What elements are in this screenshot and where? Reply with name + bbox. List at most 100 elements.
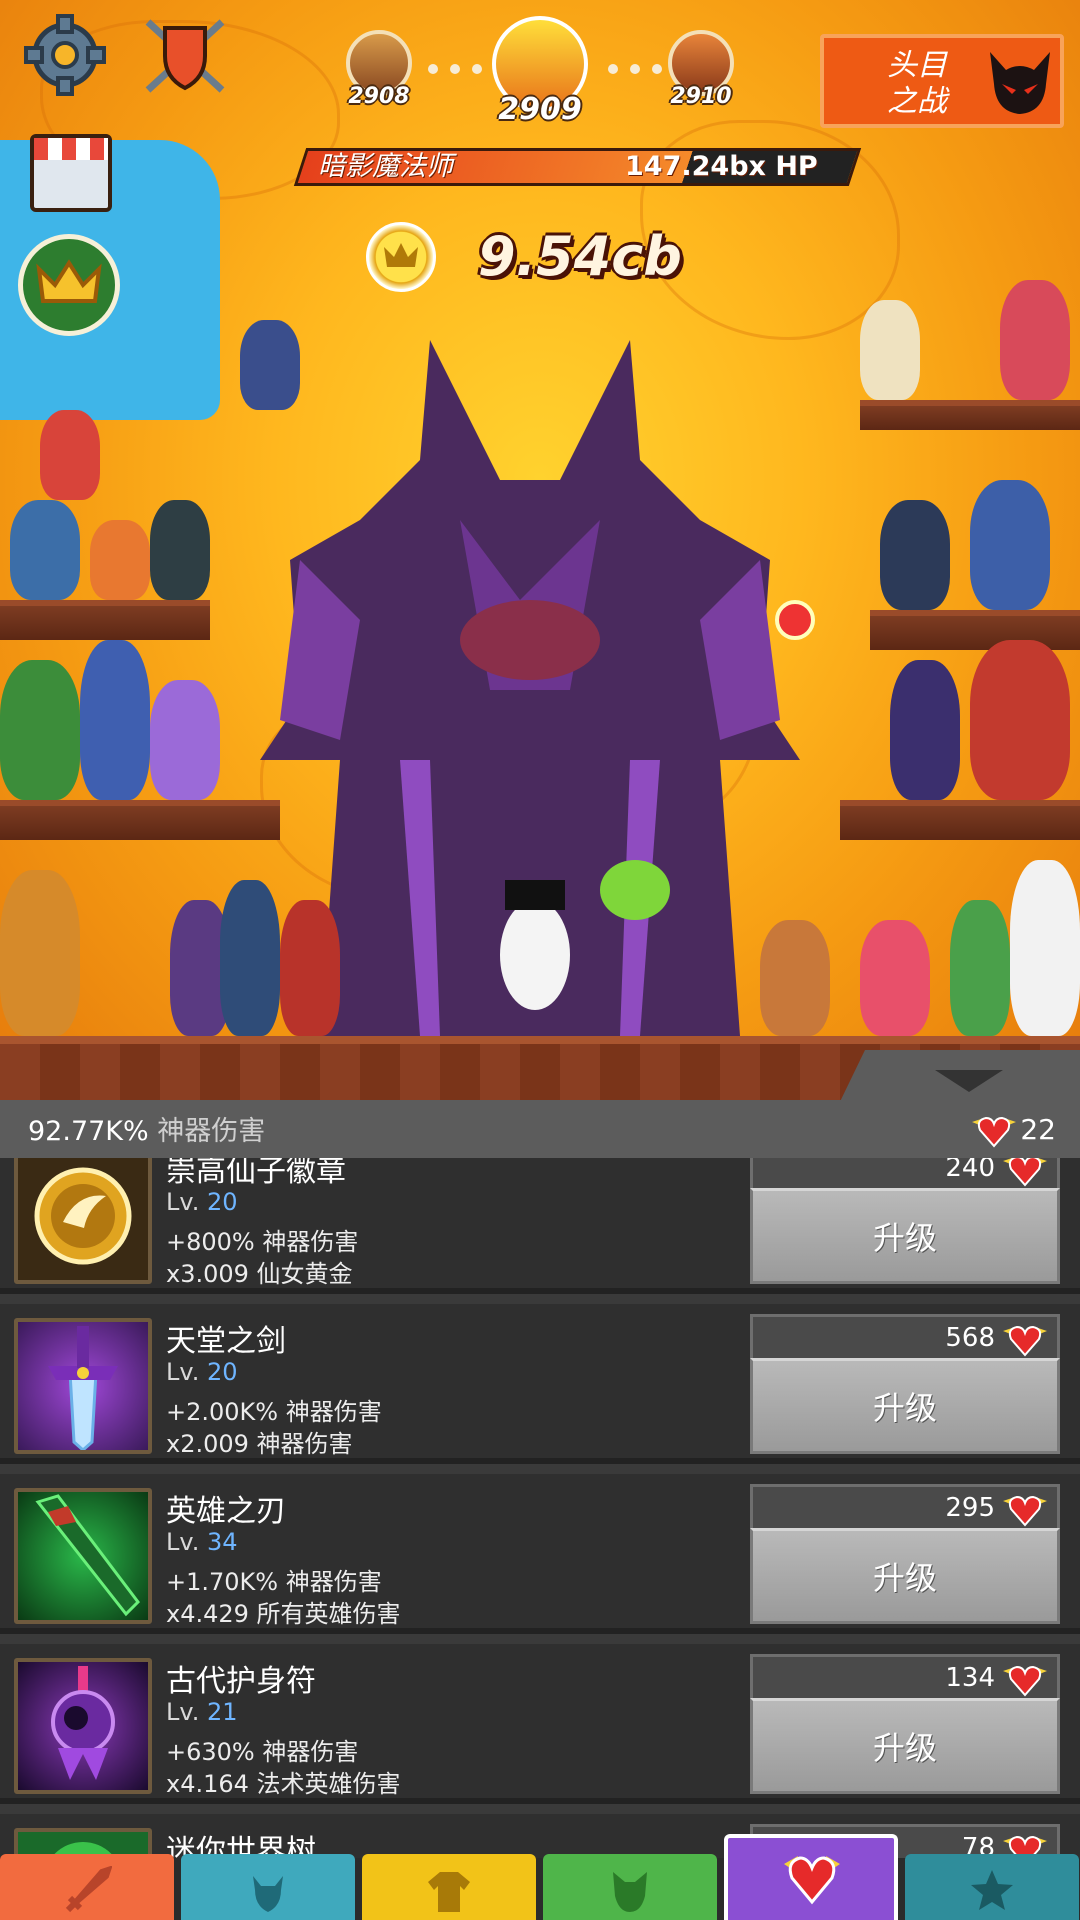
- artifact-level: Lv. 20: [166, 1358, 238, 1386]
- artifact-thumb: [14, 1488, 152, 1624]
- shop-awning: [34, 138, 108, 160]
- upgrade-cost: 134: [750, 1654, 1060, 1698]
- artifact-thumb: [14, 1658, 152, 1794]
- relic-count: 22: [1020, 1113, 1056, 1146]
- hero-blade-icon: [35, 1494, 140, 1617]
- tab-pets[interactable]: [543, 1854, 717, 1920]
- hero-character[interactable]: [0, 660, 80, 800]
- artifact-row: 英雄之刃 Lv. 34 +1.70K% 神器伤害 x4.429 所有英雄伤害 2…: [0, 1474, 1080, 1634]
- boss-fight-label-line2: 之战: [887, 84, 947, 119]
- hero-character[interactable]: [970, 480, 1050, 610]
- ancient-amulet-icon: [51, 1666, 115, 1780]
- winged-heart-icon: [784, 1856, 840, 1905]
- upgrade-button[interactable]: 升级: [750, 1358, 1060, 1454]
- stage-prev[interactable]: 2908: [344, 30, 414, 109]
- hero-character[interactable]: [90, 520, 150, 600]
- relic-heart-icon: [1003, 1665, 1047, 1697]
- pet-icon: [613, 1872, 647, 1912]
- hero-character[interactable]: [890, 660, 960, 800]
- heavenly-sword-icon: [48, 1326, 118, 1450]
- stage-current-number: 2909: [498, 92, 582, 127]
- relic-heart-icon: [1003, 1495, 1047, 1527]
- tab-equipment[interactable]: [362, 1854, 536, 1920]
- artifact-row: 古代护身符 Lv. 21 +630% 神器伤害 x4.164 法术英雄伤害 13…: [0, 1644, 1080, 1804]
- tab-sword[interactable]: [0, 1854, 174, 1920]
- demon-icon: [990, 52, 1050, 114]
- ledge: [840, 800, 1080, 840]
- gold-coin-icon: [366, 222, 436, 292]
- snowman-hero[interactable]: [500, 900, 570, 1010]
- hero-character[interactable]: [40, 410, 100, 500]
- shield-swords-icon[interactable]: [140, 16, 230, 96]
- boss-fight-button[interactable]: 头目 之战: [820, 34, 1064, 128]
- fairy-badge-icon: [34, 1167, 132, 1265]
- hero-character[interactable]: [860, 300, 920, 400]
- ledge: [860, 400, 1080, 430]
- hero-character[interactable]: [1000, 280, 1070, 400]
- upgrade-button[interactable]: 升级: [750, 1528, 1060, 1624]
- artifact-effect-secondary: x4.429 所有英雄伤害: [166, 1600, 401, 1628]
- hero-character[interactable]: [880, 500, 950, 610]
- hero-character[interactable]: [80, 640, 150, 800]
- hero-character[interactable]: [150, 500, 210, 600]
- artifact-list[interactable]: 崇高仙子徽章 Lv. 20 +800% 神器伤害 x3.009 仙女黄金 240…: [0, 1158, 1080, 1858]
- artifact-damage-value: 92.77K%: [28, 1116, 149, 1147]
- hero-character[interactable]: [0, 870, 80, 1036]
- star-icon: [971, 1870, 1013, 1910]
- hero-character[interactable]: [280, 900, 340, 1036]
- relic-heart-icon: [1003, 1158, 1047, 1187]
- crown-button[interactable]: [18, 234, 120, 336]
- stage-dot: [652, 64, 662, 74]
- artifact-name: 天堂之剑: [166, 1324, 286, 1359]
- artifact-effect-primary: +1.70K% 神器伤害: [166, 1568, 382, 1596]
- stage-next[interactable]: 2910: [666, 30, 736, 109]
- stage-current[interactable]: 2909: [490, 16, 590, 127]
- upgrade-cost-value: 134: [945, 1663, 995, 1693]
- hero-character[interactable]: [150, 680, 220, 800]
- artifact-damage-total: 92.77K% 神器伤害: [28, 1100, 265, 1164]
- artifact-level: Lv. 21: [166, 1698, 238, 1726]
- artifact-thumb: [14, 1158, 152, 1284]
- upgrade-button[interactable]: 升级: [750, 1188, 1060, 1284]
- tab-achievements[interactable]: [905, 1854, 1079, 1920]
- level-label: Lv.: [166, 1358, 200, 1386]
- game-screen: 2908 2909 2910 头目 之战 暗影魔法师 147.24bx HP 9…: [0, 0, 1080, 1920]
- artifact-effect-primary: +2.00K% 神器伤害: [166, 1398, 382, 1426]
- boss-fight-label-line1: 头目: [887, 48, 947, 83]
- level-label: Lv.: [166, 1188, 200, 1216]
- hero-character[interactable]: [10, 500, 80, 600]
- hero-character[interactable]: [950, 900, 1010, 1036]
- stage-dot: [630, 64, 640, 74]
- stage-prev-number: 2908: [348, 84, 410, 109]
- stage-dot: [472, 64, 482, 74]
- hero-character[interactable]: [1010, 860, 1080, 1036]
- tab-heroes[interactable]: [181, 1854, 355, 1920]
- ledge: [0, 800, 280, 840]
- ledge: [870, 610, 1080, 650]
- crown-icon: [36, 259, 102, 303]
- upgrade-button[interactable]: 升级: [750, 1698, 1060, 1794]
- upgrade-cost: 568: [750, 1314, 1060, 1358]
- stage-next-number: 2910: [670, 84, 732, 109]
- shop-stall-icon[interactable]: [30, 134, 112, 212]
- upgrade-cost: 295: [750, 1484, 1060, 1528]
- enemy-hp-value: 147.24bx HP: [625, 151, 818, 182]
- upgrade-cost-value: 295: [945, 1493, 995, 1523]
- ledge: [0, 600, 210, 640]
- enemy-name: 暗影魔法师: [318, 151, 453, 182]
- artifact-effect-secondary: x2.009 神器伤害: [166, 1430, 353, 1458]
- hero-character[interactable]: [860, 920, 930, 1036]
- hero-character[interactable]: [220, 880, 280, 1036]
- hero-character[interactable]: [760, 920, 830, 1036]
- pet-companion[interactable]: [600, 860, 670, 920]
- gold-amount: 9.54cb: [478, 225, 682, 288]
- gear-icon[interactable]: [24, 14, 106, 96]
- hero-character[interactable]: [240, 320, 300, 410]
- artifact-name: 崇高仙子徽章: [166, 1158, 346, 1189]
- tab-artifacts[interactable]: [724, 1834, 898, 1920]
- hero-character[interactable]: [970, 640, 1070, 800]
- stage-dot: [450, 64, 460, 74]
- upgrade-cost-value: 240: [945, 1158, 995, 1183]
- relic-heart-icon: [1003, 1325, 1047, 1357]
- artifact-level: Lv. 20: [166, 1188, 238, 1216]
